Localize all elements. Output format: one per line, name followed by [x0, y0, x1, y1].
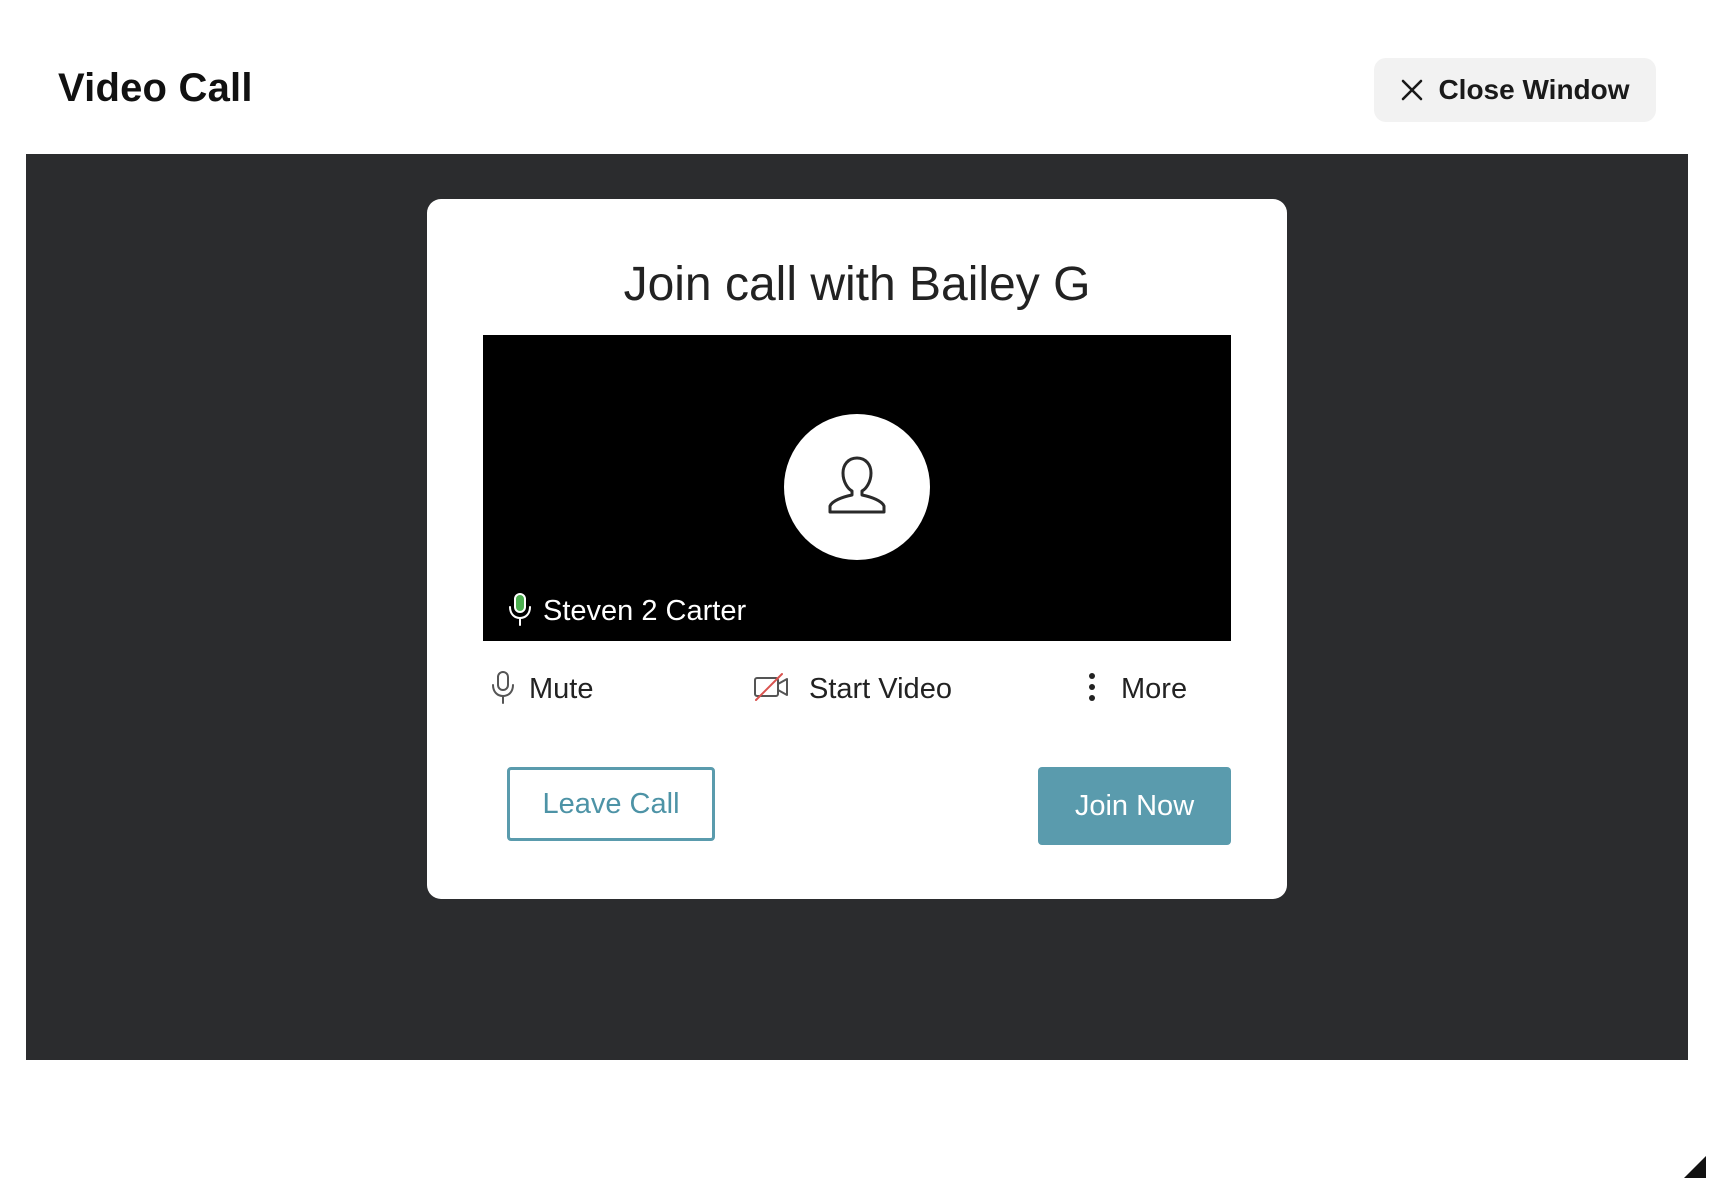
more-button[interactable]: More — [1087, 669, 1187, 709]
close-icon — [1400, 78, 1424, 102]
participant-label: Steven 2 Carter — [505, 591, 746, 632]
avatar — [784, 414, 930, 560]
close-window-button[interactable]: Close Window — [1374, 58, 1656, 122]
start-video-label: Start Video — [809, 672, 952, 705]
join-call-dialog: Join call with Bailey G Steven 2 Carter — [427, 199, 1287, 899]
start-video-button[interactable]: Start Video — [753, 669, 952, 709]
dialog-title: Join call with Bailey G — [623, 258, 1091, 311]
mute-label: Mute — [529, 672, 594, 705]
participant-name: Steven 2 Carter — [543, 595, 747, 627]
kebab-menu-icon — [1087, 671, 1097, 708]
microphone-icon — [505, 591, 535, 632]
resize-handle[interactable] — [1684, 1156, 1706, 1178]
close-window-label: Close Window — [1438, 74, 1630, 105]
more-label: More — [1121, 672, 1188, 705]
video-off-icon — [753, 672, 789, 707]
call-controls: Mute Start Video More — [483, 669, 1231, 709]
leave-call-button[interactable]: Leave Call — [507, 767, 715, 841]
join-now-button[interactable]: Join Now — [1038, 767, 1231, 845]
video-preview: Steven 2 Carter — [483, 335, 1231, 641]
mute-button[interactable]: Mute — [489, 669, 593, 709]
microphone-icon — [489, 669, 517, 710]
window-title: Video Call — [58, 66, 253, 110]
user-icon — [824, 452, 890, 523]
